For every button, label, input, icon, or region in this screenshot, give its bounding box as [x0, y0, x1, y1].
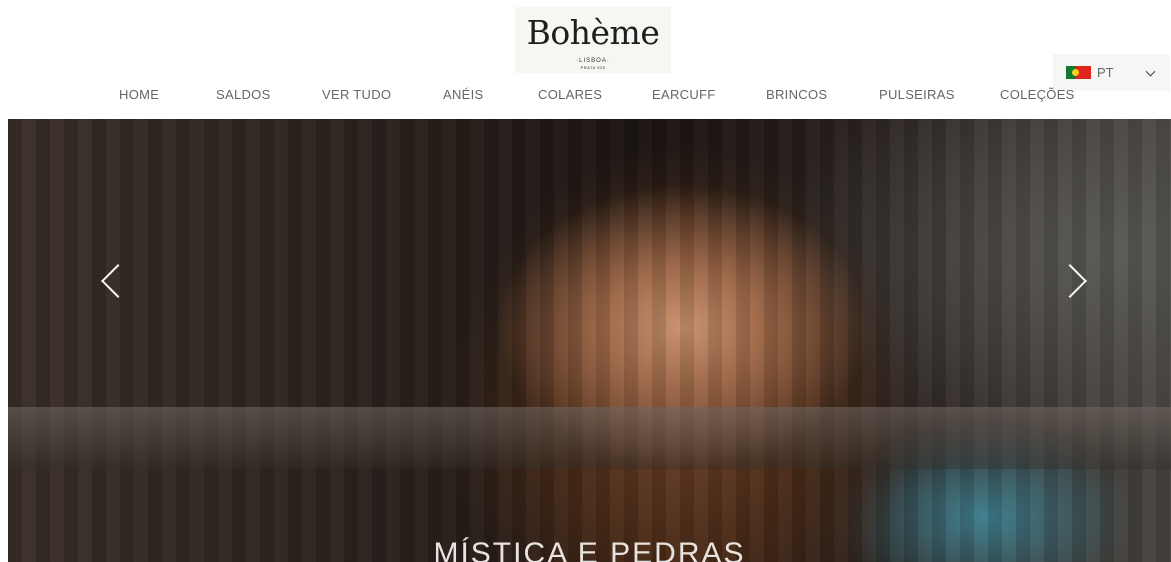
hero-slider: MÍSTICA E PEDRAS: [8, 119, 1171, 562]
nav-item-colecoes[interactable]: COLEÇÕES: [1000, 87, 1075, 102]
hero-background-counter: [8, 406, 1171, 469]
language-code: PT: [1097, 65, 1114, 80]
portugal-flag-icon: [1066, 66, 1091, 79]
hero-background-image: [8, 119, 1171, 562]
brand-logo[interactable]: Bohème ·LISBOA· PRATA 925: [515, 7, 671, 73]
hero-caption: MÍSTICA E PEDRAS: [433, 537, 746, 562]
brand-tagline: ·LISBOA·: [576, 58, 610, 64]
nav-item-brincos[interactable]: BRINCOS: [766, 87, 827, 102]
nav-item-pulseiras[interactable]: PULSEIRAS: [879, 87, 955, 102]
nav-item-home[interactable]: HOME: [119, 87, 159, 102]
main-nav: HOME SALDOS VER TUDO ANÉIS COLARES EARCU…: [0, 87, 1171, 105]
brand-subtag: PRATA 925: [580, 65, 606, 70]
chevron-down-icon: [1145, 66, 1156, 77]
brand-name: Bohème: [526, 13, 660, 52]
nav-item-colares[interactable]: COLARES: [538, 87, 602, 102]
slider-prev-arrow-icon[interactable]: [96, 263, 130, 297]
nav-item-ver-tudo[interactable]: VER TUDO: [322, 87, 391, 102]
nav-item-saldos[interactable]: SALDOS: [216, 87, 271, 102]
nav-item-earcuff[interactable]: EARCUFF: [652, 87, 716, 102]
slider-next-arrow-icon[interactable]: [1058, 263, 1092, 297]
nav-item-aneis[interactable]: ANÉIS: [443, 87, 484, 102]
language-selector[interactable]: PT: [1053, 54, 1170, 91]
